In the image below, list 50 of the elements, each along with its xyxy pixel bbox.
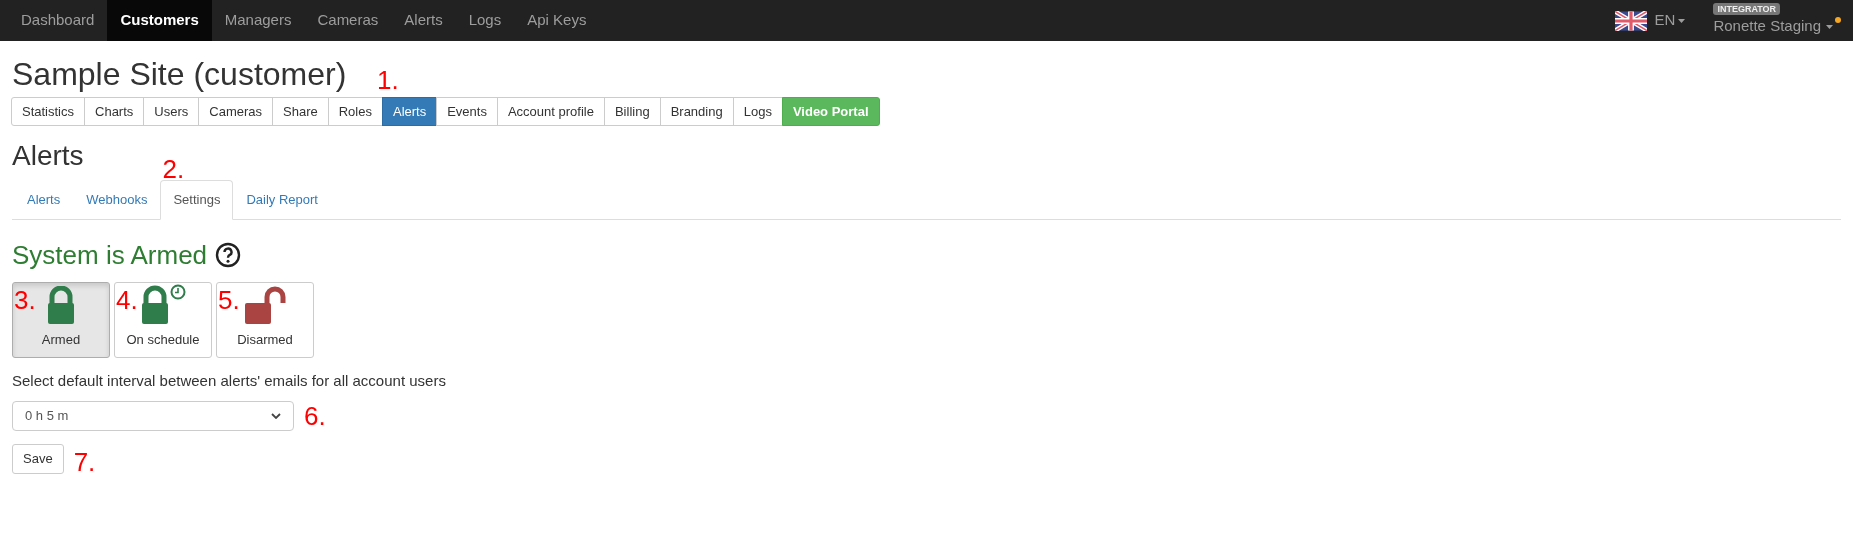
section-tab[interactable]: Events [436,97,498,126]
nav-link[interactable]: Managers [211,0,305,41]
sub-tab[interactable]: Daily Report [233,180,331,220]
section-tab[interactable]: Users [143,97,200,126]
flag-icon [1614,10,1647,31]
user-menu[interactable]: Ronette Staging [1713,15,1841,38]
caret-icon [1826,24,1833,29]
nav-link[interactable]: Alerts [391,0,456,41]
nav-link[interactable]: Cameras [304,0,392,41]
page-title: Sample Site (customer) [12,55,347,93]
mode-button[interactable]: Armed 3. [12,282,110,358]
nav-link[interactable]: Dashboard [8,0,108,41]
open-padlock-icon [243,285,287,324]
interval-select[interactable]: 0 h 5 m [12,400,294,431]
chevron-down-icon [271,412,281,419]
nav-link[interactable]: Customers [107,0,212,41]
section-tab[interactable]: Roles [327,97,383,126]
help-icon[interactable] [215,242,242,268]
section-tab[interactable]: Share [272,97,329,126]
section-tab[interactable]: Cameras [198,97,273,126]
annotation-number: 2. [162,156,185,182]
nav-link[interactable]: Logs [455,0,515,41]
role-badge: INTEGRATOR [1713,3,1781,16]
sub-tab[interactable]: Webhooks [73,180,161,220]
status-heading: System is Armed [12,240,208,270]
annotation-number: 6. [304,402,326,429]
mode-button[interactable]: Disarmed 5. [216,282,314,358]
sub-tab[interactable]: Alerts [14,180,74,220]
interval-label: Select default interval between alerts' emails for all account users [12,371,447,391]
padlock-clock-icon [140,283,186,324]
section-title: Alerts [12,140,84,172]
nav-link[interactable]: Api Keys [514,0,600,41]
caret-icon [1678,18,1686,23]
sub-tab[interactable]: Settings [160,180,234,220]
section-tab[interactable]: Charts [84,97,145,126]
annotation-number: 4. [116,287,138,313]
section-tab[interactable]: Account profile [496,97,605,126]
annotation-number: 1. [376,67,399,93]
annotation-number: 3. [14,287,36,313]
section-tab[interactable]: Statistics [11,97,85,126]
mode-button[interactable]: On schedule 4. [114,282,212,358]
annotation-number: 7. [73,448,96,475]
save-button[interactable]: Save [12,443,64,474]
section-tab[interactable]: Branding [659,97,734,126]
padlock-icon [46,285,76,324]
annotation-number: 5. [218,287,240,313]
section-tab[interactable]: Logs [732,97,783,126]
language-dropdown[interactable]: EN [1654,9,1686,32]
section-tab[interactable]: Billing [603,97,661,126]
section-tab[interactable]: Alerts [381,97,438,126]
